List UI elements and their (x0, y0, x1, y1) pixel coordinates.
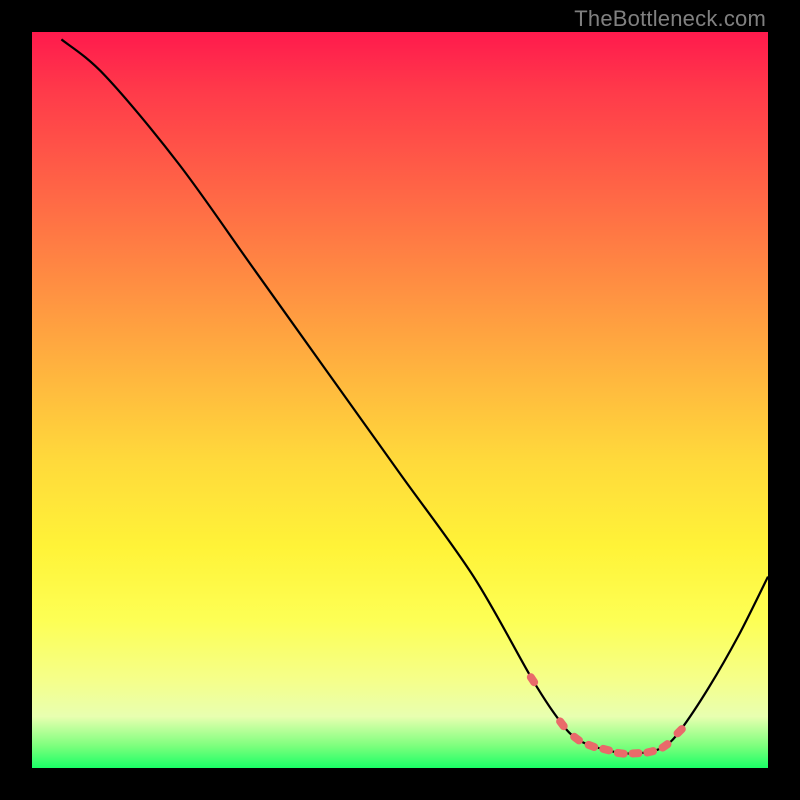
data-marker (642, 746, 658, 757)
plot-area (32, 32, 768, 768)
marker-group (525, 672, 687, 758)
data-marker (525, 672, 539, 688)
watermark-text: TheBottleneck.com (574, 6, 766, 32)
data-marker (598, 744, 614, 755)
data-marker (628, 749, 642, 758)
data-marker (613, 748, 628, 758)
curve-svg (32, 32, 768, 768)
chart-frame: TheBottleneck.com (0, 0, 800, 800)
data-marker (583, 740, 599, 752)
bottleneck-curve (61, 39, 768, 753)
